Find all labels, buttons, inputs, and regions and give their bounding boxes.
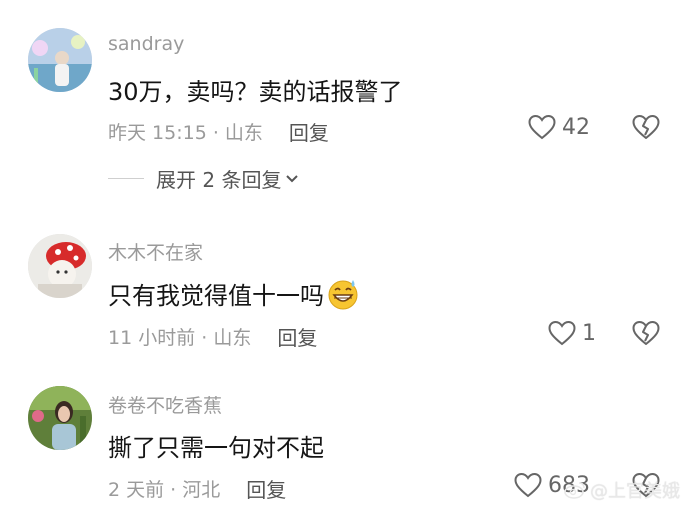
username[interactable]: sandray (108, 33, 184, 55)
grinning-sweat-emoji-icon (328, 279, 358, 309)
username[interactable]: 卷卷不吃香蕉 (108, 391, 222, 418)
expand-replies-button[interactable]: 展开 2 条回复 (108, 164, 299, 193)
comment-meta: 2 天前 · 河北 回复 (108, 474, 286, 503)
comment-meta: 11 小时前 · 山东 回复 (108, 322, 317, 351)
like-button[interactable]: 1 (548, 320, 596, 346)
heart-icon (528, 114, 556, 140)
username[interactable]: 木木不在家 (108, 238, 203, 265)
reply-button[interactable]: 回复 (277, 322, 317, 351)
heart-icon (514, 472, 542, 498)
avatar-image (28, 28, 92, 92)
broken-heart-icon (632, 321, 660, 345)
comment-text: 撕了只需一句对不起 (108, 434, 324, 462)
like-count: 42 (562, 114, 590, 140)
heart-icon (548, 320, 576, 346)
reply-button[interactable]: 回复 (289, 117, 329, 146)
comment-meta: 昨天 15:15 · 山东 回复 (108, 117, 329, 146)
avatar[interactable] (28, 234, 92, 298)
comment-time-location: 11 小时前 · 山东 (108, 327, 252, 349)
watermark-text: @上官美娥 (590, 481, 680, 502)
watermark: @上官美娥 (564, 477, 680, 503)
avatar-image (28, 386, 92, 450)
dislike-button[interactable] (632, 320, 660, 350)
comment-time-location: 2 天前 · 河北 (108, 479, 221, 501)
avatar-image (28, 234, 92, 298)
avatar[interactable] (28, 28, 92, 92)
reply-button[interactable]: 回复 (246, 474, 286, 503)
expand-replies-label: 展开 2 条回复 (156, 168, 282, 192)
dislike-button[interactable] (632, 114, 660, 144)
like-button[interactable]: 42 (528, 114, 590, 140)
comment-time-location: 昨天 15:15 · 山东 (108, 122, 263, 144)
comment-text-row: 只有我觉得值十一吗 (108, 276, 360, 311)
divider-line (108, 178, 144, 179)
comment-text: 30万，卖吗？卖的话报警了 (108, 78, 403, 106)
comment-text: 只有我觉得值十一吗 (108, 282, 324, 310)
like-count: 1 (582, 320, 596, 346)
broken-heart-icon (632, 115, 660, 139)
chevron-down-icon (286, 174, 299, 182)
weibo-logo-icon (564, 482, 585, 499)
avatar[interactable] (28, 386, 92, 450)
